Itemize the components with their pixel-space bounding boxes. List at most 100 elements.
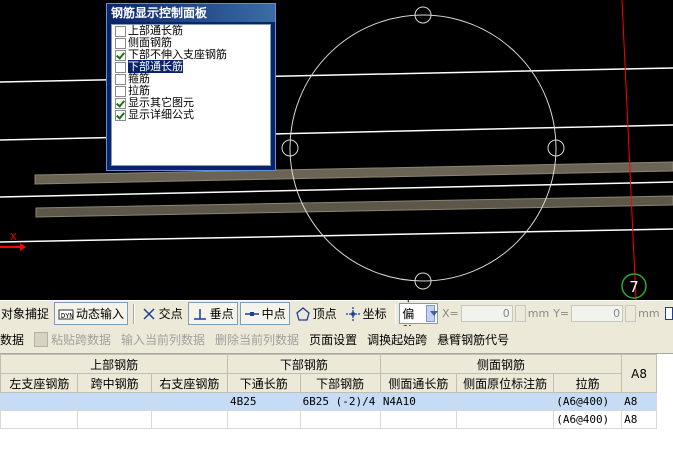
perpendicular-snap-button[interactable]: 垂点 (187, 302, 238, 325)
drawing-svg[interactable]: X 7 (0, 0, 673, 300)
y-unit: mm (638, 307, 660, 320)
y-spinner[interactable] (625, 305, 637, 322)
coordinate-icon (345, 306, 361, 322)
table-cell[interactable] (456, 410, 555, 429)
group-header-top: 上部钢筋 (0, 354, 228, 374)
table-cell[interactable]: A8 (621, 410, 657, 429)
checkbox[interactable] (115, 86, 126, 97)
axis-marker-label: 7 (629, 278, 639, 296)
cmd-swap-start-span[interactable]: 调换起始跨 (362, 331, 432, 348)
table-row[interactable]: 4B25 6B25 (-2)/4 N4A10 (A6@400) A8 (0, 392, 657, 411)
table-cell[interactable] (77, 410, 152, 429)
column-header[interactable]: 侧面通长筋 (379, 373, 458, 393)
x-coordinate-group: X= mm (442, 305, 549, 322)
dynamic-input-button[interactable]: DYN 动态输入 (54, 302, 129, 325)
column-header[interactable]: 左支座钢筋 (0, 373, 79, 393)
group-header-bottom: 下部钢筋 (226, 354, 381, 374)
table-cell[interactable] (150, 392, 228, 411)
drawing-canvas[interactable]: X 7 钢筋显示控制面板 上部通长筋 侧面钢筋 下部不伸入支座钢筋 下部通长筋 箍筋 拉筋… (0, 0, 673, 300)
table-row[interactable]: (A6@400) A8 (0, 410, 657, 429)
vertex-icon (295, 306, 311, 322)
midpoint-icon (244, 306, 260, 322)
checkbox[interactable] (115, 50, 126, 61)
chevron-down-icon[interactable] (425, 305, 439, 322)
coordinate-snap-button[interactable]: 坐标 (342, 303, 390, 324)
table-cell[interactable]: 6B25 (-2)/4 (299, 392, 381, 411)
checkbox[interactable] (115, 110, 126, 121)
dynamic-input-icon: DYN (58, 306, 74, 322)
ucs-x-label: X (10, 232, 17, 243)
panel-option-label: 显示详细公式 (128, 108, 194, 121)
svg-text:DYN: DYN (61, 312, 74, 320)
checkbox[interactable] (115, 38, 126, 49)
column-header-row: 左支座钢筋 跨中钢筋 右支座钢筋 下通长筋 下部钢筋 侧面通长筋 侧面原位标注筋… (0, 373, 657, 393)
object-snap-button[interactable]: 对象捕捉 (0, 303, 52, 324)
panel-option[interactable]: 显示详细公式 (112, 109, 270, 121)
table-cell[interactable]: (A6@400) (553, 410, 623, 429)
y-label: Y= (553, 307, 570, 320)
panel-title[interactable]: 钢筋显示控制面板 (107, 4, 275, 22)
checkbox[interactable] (115, 62, 126, 73)
table-cell[interactable] (226, 410, 301, 429)
group-header-side: 侧面钢筋 (379, 354, 623, 374)
paste-icon (34, 332, 49, 347)
table-cell[interactable] (456, 392, 555, 411)
perpendicular-icon (192, 306, 208, 322)
column-header[interactable]: 侧面原位标注筋 (456, 373, 555, 393)
midpoint-snap-button[interactable]: 中点 (239, 302, 290, 325)
table-cell[interactable] (0, 392, 79, 411)
toolbar-divider (394, 303, 397, 324)
rebar-grid[interactable]: 上部钢筋 下部钢筋 侧面钢筋 A8 左支座钢筋 跨中钢筋 右支座钢筋 下通长筋 … (0, 354, 673, 466)
object-snap-label: 对象捕捉 (1, 307, 50, 321)
intersection-label: 交点 (158, 307, 183, 321)
offset-mode-select[interactable]: 不偏移 (399, 290, 439, 338)
beam-line-1 (0, 67, 673, 83)
table-cell[interactable] (0, 410, 79, 429)
intersection-snap-button[interactable]: 交点 (138, 303, 186, 324)
ucs-arrow-head (20, 243, 26, 251)
cmd-paste-span-data[interactable]: 粘贴跨数据 (29, 331, 116, 348)
rebar-bar-lower[interactable] (35, 195, 673, 218)
column-header[interactable]: 右支座钢筋 (150, 373, 228, 393)
column-header[interactable]: A8 (621, 354, 657, 393)
table-cell[interactable]: 4B25 (226, 392, 301, 411)
perpendicular-label: 垂点 (209, 307, 234, 321)
table-cell[interactable] (77, 392, 152, 411)
table-cell[interactable]: N4A10 (379, 392, 458, 411)
table-cell[interactable] (299, 410, 381, 429)
table-cell[interactable] (379, 410, 458, 429)
checkbox[interactable] (115, 98, 126, 109)
x-unit: mm (527, 307, 550, 320)
x-spinner[interactable] (514, 305, 526, 322)
rotate-checkbox[interactable] (664, 307, 673, 320)
snap-toolbar: 对象捕捉 DYN 动态输入 交点 垂点 中点 顶点 坐标 不偏 X= 0 mm … (0, 290, 673, 338)
table-cell[interactable] (150, 410, 228, 429)
cmd-data[interactable]: 数据 (0, 331, 29, 348)
intersection-icon (141, 306, 157, 322)
paste-span-label: 粘贴跨数据 (51, 333, 112, 347)
vertex-snap-button[interactable]: 顶点 (292, 303, 340, 324)
checkbox[interactable] (115, 26, 126, 37)
vertex-label: 顶点 (312, 307, 337, 321)
x-coordinate-input[interactable] (460, 305, 513, 322)
cmd-delete-column-data[interactable]: 删除当前列数据 (210, 331, 304, 348)
beam-line-3 (0, 181, 673, 198)
column-header[interactable]: 拉筋 (553, 373, 623, 393)
rebar-display-panel[interactable]: 钢筋显示控制面板 上部通长筋 侧面钢筋 下部不伸入支座钢筋 下部通长筋 箍筋 拉筋 显示其它… (106, 3, 276, 171)
column-header[interactable]: 下通长筋 (226, 373, 301, 393)
y-coordinate-group: Y= mm (553, 305, 660, 322)
toolbar-divider (133, 303, 135, 324)
y-coordinate-input[interactable] (571, 305, 624, 322)
cmd-input-column-data[interactable]: 输入当前列数据 (116, 331, 210, 348)
cmd-cantilever-code[interactable]: 悬臂钢筋代号 (432, 331, 514, 348)
column-header[interactable]: 跨中钢筋 (77, 373, 152, 393)
checkbox[interactable] (115, 74, 126, 85)
table-cell[interactable]: A8 (621, 392, 657, 411)
column-header[interactable]: 下部钢筋 (299, 373, 381, 393)
coordinate-label: 坐标 (362, 307, 387, 321)
panel-checklist: 上部通长筋 侧面钢筋 下部不伸入支座钢筋 下部通长筋 箍筋 拉筋 显示其它图元 显示详细公式 (111, 24, 271, 166)
rebar-table: 上部钢筋 下部钢筋 侧面钢筋 A8 左支座钢筋 跨中钢筋 右支座钢筋 下通长筋 … (0, 354, 657, 429)
table-cell[interactable]: (A6@400) (553, 392, 623, 411)
cmd-page-setup[interactable]: 页面设置 (304, 331, 362, 348)
section-circle[interactable] (289, 14, 557, 282)
